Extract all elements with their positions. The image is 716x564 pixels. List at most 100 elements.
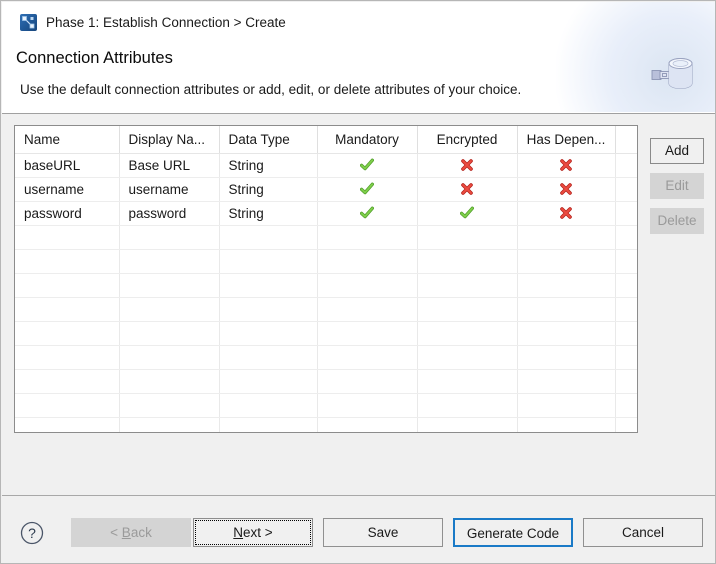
cell-empty: [517, 345, 616, 370]
cell-empty: [417, 345, 518, 370]
cell-empty: [417, 393, 518, 418]
cell-display-name: username: [119, 177, 220, 202]
cell-name: baseURL: [15, 153, 120, 178]
cell-empty: [219, 417, 318, 432]
table-row[interactable]: password password String: [15, 201, 637, 226]
cell-empty: [219, 321, 318, 346]
green-check-icon: [460, 206, 474, 221]
generate-code-button[interactable]: Generate Code: [453, 518, 573, 547]
cell-mandatory: [317, 153, 418, 178]
delete-button[interactable]: Delete: [650, 208, 704, 234]
table-empty-row[interactable]: [15, 297, 637, 322]
cell-empty: [15, 321, 120, 346]
cell-empty: [15, 249, 120, 274]
cell-filler: [615, 249, 637, 274]
next-button[interactable]: Next >: [193, 518, 313, 547]
add-button[interactable]: Add: [650, 138, 704, 164]
table-row[interactable]: username username String: [15, 177, 637, 202]
cell-empty: [219, 393, 318, 418]
back-button-mnemonic: B: [121, 525, 131, 540]
cell-mandatory: [317, 177, 418, 202]
cell-display-name: password: [119, 201, 220, 226]
cell-filler: [615, 153, 637, 178]
cell-empty: [417, 417, 518, 432]
green-check-icon: [360, 206, 374, 221]
cell-empty: [15, 297, 120, 322]
cell-empty: [417, 369, 518, 394]
cell-filler: [615, 345, 637, 370]
cell-empty: [119, 273, 220, 298]
column-header-encrypted[interactable]: Encrypted: [417, 126, 518, 154]
table-body: baseURL Base URL String username username Str…: [15, 153, 637, 432]
cell-data-type: String: [219, 153, 318, 178]
save-button[interactable]: Save: [323, 518, 443, 547]
table-header-row: Name Display Na... Data Type Mandatory E…: [15, 126, 637, 154]
column-header-name[interactable]: Name: [15, 126, 120, 154]
cell-name: username: [15, 177, 120, 202]
cell-empty: [15, 345, 120, 370]
cell-empty: [219, 345, 318, 370]
cell-has-dependency: [517, 201, 616, 226]
table-empty-row[interactable]: [15, 393, 637, 418]
cell-filler: [615, 177, 637, 202]
cell-empty: [317, 249, 418, 274]
wizard-dialog: Phase 1: Establish Connection > Create C…: [0, 0, 716, 564]
cell-encrypted: [417, 153, 518, 178]
cell-encrypted: [417, 201, 518, 226]
back-button[interactable]: < Back: [71, 518, 191, 547]
cell-empty: [517, 225, 616, 250]
red-cross-icon: [559, 158, 573, 173]
cell-empty: [317, 321, 418, 346]
attributes-table: Name Display Na... Data Type Mandatory E…: [15, 126, 637, 432]
cell-empty: [15, 417, 120, 432]
cell-mandatory: [317, 201, 418, 226]
cell-encrypted: [417, 177, 518, 202]
green-check-icon: [360, 182, 374, 197]
next-button-mnemonic: N: [233, 525, 244, 540]
table-empty-row[interactable]: [15, 225, 637, 250]
back-button-suffix: ack: [130, 525, 152, 540]
column-header-mandatory[interactable]: Mandatory: [317, 126, 418, 154]
edit-button[interactable]: Edit: [650, 173, 704, 199]
cell-filler: [615, 417, 637, 432]
table-empty-row[interactable]: [15, 345, 637, 370]
cell-empty: [219, 369, 318, 394]
connection-diagram-icon: [20, 13, 37, 31]
cell-data-type: String: [219, 177, 318, 202]
page-subtitle: Use the default connection attributes or…: [20, 82, 522, 97]
green-check-icon: [360, 158, 374, 173]
cell-empty: [417, 321, 518, 346]
breadcrumb-text: Phase 1: Establish Connection > Create: [46, 14, 286, 30]
cell-empty: [517, 393, 616, 418]
cell-empty: [417, 249, 518, 274]
column-header-data-type[interactable]: Data Type: [219, 126, 318, 154]
back-button-prefix: <: [110, 525, 122, 540]
table-empty-row[interactable]: [15, 417, 637, 432]
cell-has-dependency: [517, 177, 616, 202]
cell-empty: [15, 273, 120, 298]
column-header-display-name[interactable]: Display Na...: [119, 126, 220, 154]
column-header-has-dependency[interactable]: Has Depen...: [517, 126, 616, 154]
cell-empty: [517, 417, 616, 432]
svg-text:?: ?: [28, 525, 36, 541]
cell-empty: [219, 273, 318, 298]
cell-display-name: Base URL: [119, 153, 220, 178]
cell-name: password: [15, 201, 120, 226]
table-empty-row[interactable]: [15, 369, 637, 394]
red-cross-icon: [460, 158, 474, 173]
cell-empty: [317, 297, 418, 322]
cell-filler: [615, 225, 637, 250]
attributes-table-container[interactable]: Name Display Na... Data Type Mandatory E…: [14, 125, 638, 433]
cell-filler: [615, 393, 637, 418]
table-row[interactable]: baseURL Base URL String: [15, 153, 637, 178]
cell-empty: [417, 225, 518, 250]
help-question-icon[interactable]: ?: [19, 520, 45, 546]
red-cross-icon: [559, 182, 573, 197]
cancel-button[interactable]: Cancel: [583, 518, 703, 547]
cell-filler: [615, 369, 637, 394]
database-connection-icon: [648, 50, 698, 98]
cell-empty: [219, 225, 318, 250]
table-empty-row[interactable]: [15, 321, 637, 346]
table-empty-row[interactable]: [15, 273, 637, 298]
table-empty-row[interactable]: [15, 249, 637, 274]
